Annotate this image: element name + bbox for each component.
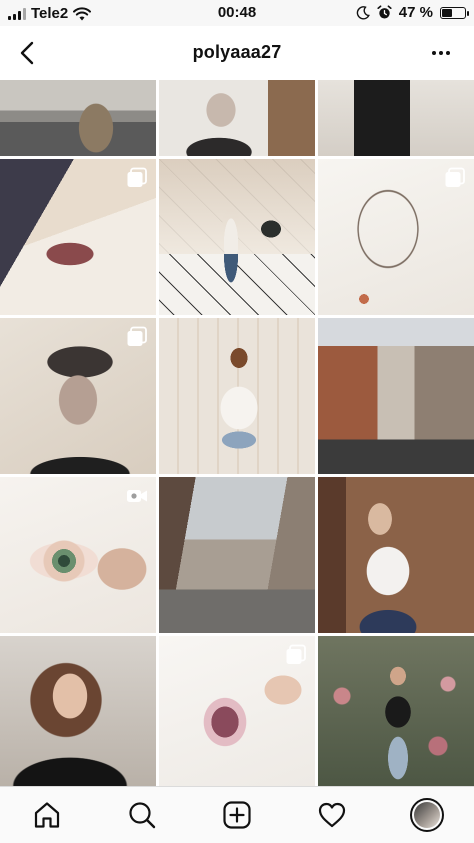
home-icon xyxy=(35,802,60,828)
post-tile-11[interactable] xyxy=(159,477,315,633)
post-tile-9[interactable] xyxy=(318,318,474,474)
multiple-photos-icon xyxy=(127,167,147,187)
tab-profile[interactable] xyxy=(407,795,447,835)
battery-level xyxy=(442,8,452,17)
posts-grid xyxy=(0,80,474,786)
search-icon xyxy=(129,802,156,829)
multiple-photos-icon xyxy=(127,326,147,346)
post-tile-8[interactable] xyxy=(159,318,315,474)
post-tile-3[interactable] xyxy=(318,80,474,156)
post-tile-4[interactable] xyxy=(0,159,156,315)
post-tile-5[interactable] xyxy=(159,159,315,315)
tab-new-post[interactable] xyxy=(217,795,257,835)
video-icon xyxy=(127,490,147,502)
post-tile-1[interactable] xyxy=(0,80,156,156)
new-post-icon xyxy=(223,801,251,829)
post-tile-10[interactable] xyxy=(0,477,156,633)
more-options-button[interactable] xyxy=(428,46,454,60)
multiple-photos-icon xyxy=(286,644,306,664)
post-tile-13[interactable] xyxy=(0,636,156,786)
more-dots-icon xyxy=(432,51,436,55)
alarm-icon xyxy=(377,5,392,19)
battery-percent: 47 % xyxy=(398,4,433,21)
multiple-photos-icon xyxy=(445,167,465,187)
post-tile-14[interactable] xyxy=(159,636,315,786)
profile-avatar xyxy=(409,798,444,832)
post-tile-7[interactable] xyxy=(0,318,156,474)
battery-icon xyxy=(440,6,469,19)
post-tile-12[interactable] xyxy=(318,477,474,633)
post-tile-15[interactable] xyxy=(318,636,474,786)
bottom-tab-bar xyxy=(0,786,474,843)
status-right: 47 % xyxy=(356,4,469,21)
post-tile-6[interactable] xyxy=(318,159,474,315)
tab-home[interactable] xyxy=(27,795,67,835)
page-title: polyaaa27 xyxy=(192,42,282,62)
moon-icon xyxy=(356,5,370,19)
heart-icon xyxy=(318,802,345,828)
status-bar: Tele2 00:48 47 % xyxy=(0,0,474,26)
post-tile-2[interactable] xyxy=(159,80,315,156)
tab-activity[interactable] xyxy=(312,795,352,835)
profile-header: polyaaa27 xyxy=(0,26,474,80)
tab-search[interactable] xyxy=(122,795,162,835)
